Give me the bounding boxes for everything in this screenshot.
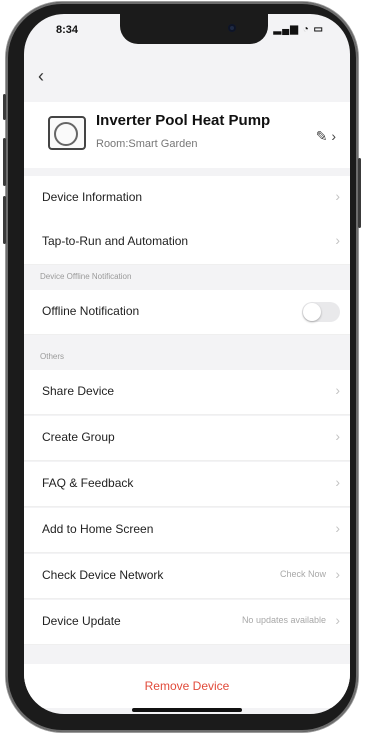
row-label: Device Information [42, 190, 143, 204]
app-screen: 8:34 ▂▄▆ ◔ ▭ ‹ Inverter Pool Heat Pump R… [24, 14, 350, 714]
chevron-right-icon: › [335, 428, 340, 444]
back-button[interactable]: ‹ [38, 66, 44, 87]
row-check-network[interactable]: Check Device Network Check Now › [24, 554, 350, 599]
chevron-right-icon: › [335, 566, 340, 582]
chevron-right-icon: › [335, 382, 340, 398]
chevron-right-icon: › [335, 232, 340, 248]
row-label: Create Group [42, 430, 115, 444]
notch [120, 14, 268, 44]
device-room: Room:Smart Garden [96, 138, 198, 150]
power-button [358, 158, 361, 228]
row-value: Check Now [279, 569, 326, 579]
section-label-others: Others [40, 352, 65, 361]
mute-switch [3, 94, 6, 120]
row-offline-notification: Offline Notification [24, 290, 350, 335]
volume-up-button [3, 138, 6, 186]
row-label: Device Update [42, 614, 121, 628]
section-label-offline: Device Offline Notification [40, 272, 132, 281]
device-title: Inverter Pool Heat Pump [96, 112, 271, 129]
camera-icon [228, 24, 236, 32]
chevron-right-icon: › [335, 188, 340, 204]
heat-pump-icon [48, 116, 86, 150]
row-label: Tap-to-Run and Automation [42, 234, 189, 248]
status-icons: ▂▄▆ ◔ ▭ [273, 24, 324, 35]
row-device-update[interactable]: Device Update No updates available › [24, 600, 350, 645]
row-value: No updates available [241, 615, 326, 625]
row-label: Check Device Network [42, 568, 164, 582]
home-indicator [132, 708, 242, 712]
fan-icon [54, 122, 78, 146]
row-device-information[interactable]: Device Information › [24, 176, 350, 221]
row-label: Offline Notification [42, 304, 140, 318]
row-create-group[interactable]: Create Group › [24, 416, 350, 461]
volume-down-button [3, 196, 6, 244]
remove-device-button[interactable]: Remove Device [24, 664, 350, 708]
chevron-right-icon: › [335, 520, 340, 536]
row-label: FAQ & Feedback [42, 476, 134, 490]
row-label: Add to Home Screen [42, 522, 154, 536]
chevron-right-icon: › [335, 474, 340, 490]
chevron-right-icon: › [335, 612, 340, 628]
row-tap-to-run[interactable]: Tap-to-Run and Automation › [24, 220, 350, 265]
toggle-knob [303, 303, 321, 321]
row-label: Share Device [42, 384, 115, 398]
row-share-device[interactable]: Share Device › [24, 370, 350, 415]
row-faq-feedback[interactable]: FAQ & Feedback › [24, 462, 350, 507]
edit-name-button[interactable]: ✎ › [316, 128, 336, 145]
row-add-to-home[interactable]: Add to Home Screen › [24, 508, 350, 553]
offline-notification-toggle[interactable] [302, 302, 340, 322]
status-time: 8:34 [56, 24, 79, 36]
